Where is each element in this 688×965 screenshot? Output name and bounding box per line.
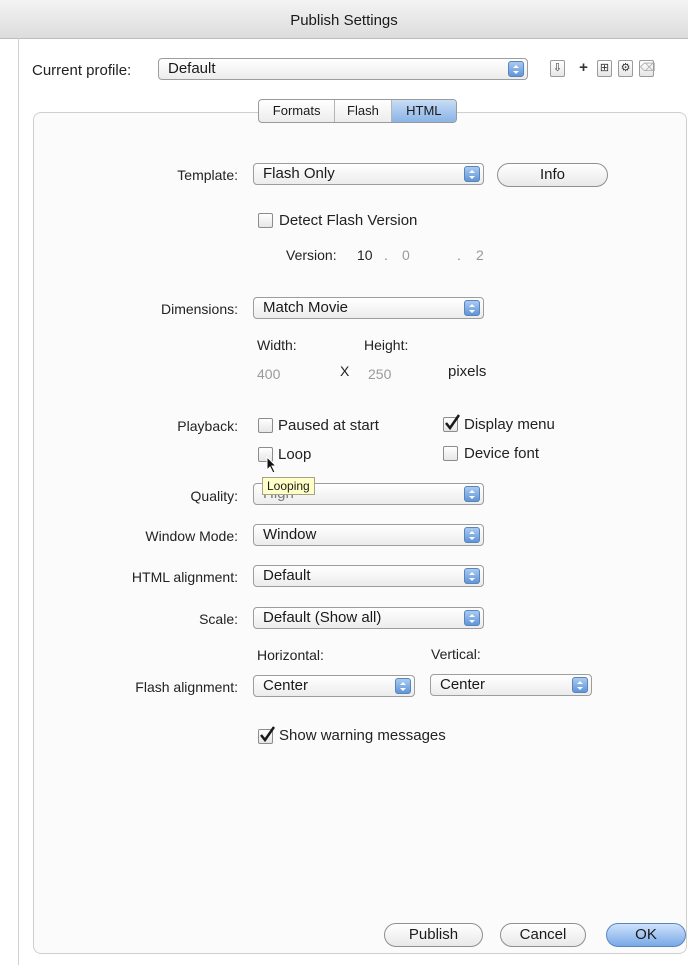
popup-arrows-icon <box>464 300 480 316</box>
mouse-cursor-icon <box>266 455 278 479</box>
template-select-value: Flash Only <box>263 165 335 182</box>
paused-at-start-label: Paused at start <box>278 417 379 434</box>
window-mode-select[interactable]: Window <box>253 524 484 546</box>
version-revision-field[interactable]: 2 <box>476 247 484 263</box>
popup-arrows-icon <box>395 678 411 694</box>
dimensions-label: Dimensions: <box>160 301 238 317</box>
show-warnings-label: Show warning messages <box>279 727 446 744</box>
vertical-alignment-select[interactable]: Center <box>430 674 592 696</box>
dimensions-select-value: Match Movie <box>263 299 349 316</box>
tab-formats[interactable]: Formats <box>259 100 336 122</box>
publish-button[interactable]: Publish <box>384 923 483 947</box>
html-alignment-select[interactable]: Default <box>253 565 484 587</box>
flash-alignment-label: Flash alignment: <box>135 679 238 695</box>
device-font-checkbox[interactable] <box>443 446 458 461</box>
device-font-label: Device font <box>464 445 540 462</box>
playback-label: Playback: <box>177 418 238 434</box>
version-label: Version: <box>286 247 337 263</box>
show-warnings-checkbox[interactable] <box>258 726 276 744</box>
template-select[interactable]: Flash Only <box>253 163 484 185</box>
scale-label: Scale: <box>199 611 238 627</box>
html-alignment-select-value: Default <box>263 567 311 584</box>
popup-arrows-icon <box>572 677 588 693</box>
current-profile-label: Current profile: <box>32 62 132 79</box>
loop-label: Loop <box>278 446 312 463</box>
version-separator-1: . <box>384 247 388 263</box>
tab-html[interactable]: HTML <box>391 100 456 122</box>
create-profile-icon[interactable]: + <box>576 60 591 77</box>
version-major-field[interactable]: 10 <box>357 247 373 263</box>
template-label: Template: <box>177 167 238 183</box>
cancel-button[interactable]: Cancel <box>500 923 586 947</box>
display-menu-label: Display menu <box>464 416 555 433</box>
ok-button[interactable]: OK <box>606 923 686 947</box>
height-label: Height: <box>364 337 409 353</box>
display-menu-checkbox[interactable] <box>443 414 461 432</box>
horizontal-alignment-select[interactable]: Center <box>253 675 415 697</box>
quality-label: Quality: <box>190 488 238 504</box>
tab-flash[interactable]: Flash <box>335 100 392 122</box>
profile-settings-icon[interactable]: ⚙ <box>618 60 633 77</box>
popup-arrows-icon <box>464 166 480 182</box>
info-button[interactable]: Info <box>497 163 608 187</box>
html-alignment-label: HTML alignment: <box>131 569 238 585</box>
profile-select-value: Default <box>168 60 216 77</box>
tab-bar: Formats Flash HTML <box>258 99 457 123</box>
delete-profile-icon[interactable]: ⌫ <box>639 60 656 77</box>
width-field[interactable]: 400 <box>257 366 280 382</box>
dimensions-select[interactable]: Match Movie <box>253 297 484 319</box>
popup-arrows-icon <box>464 568 480 584</box>
vertical-alignment-value: Center <box>440 676 486 693</box>
checkmark-icon <box>445 414 461 431</box>
window-mode-select-value: Window <box>263 526 317 543</box>
window-edge <box>18 38 19 965</box>
vertical-label: Vertical: <box>431 646 481 662</box>
popup-arrows-icon <box>464 527 480 543</box>
times-sign: X <box>340 363 350 379</box>
window-mode-label: Window Mode: <box>145 528 238 544</box>
popup-arrows-icon <box>508 61 524 77</box>
horizontal-alignment-value: Center <box>263 677 309 694</box>
looping-tooltip: Looping <box>262 477 315 495</box>
version-minor-field[interactable]: 0 <box>402 247 410 263</box>
profile-select[interactable]: Default <box>158 58 528 80</box>
scale-select-value: Default (Show all) <box>263 609 382 626</box>
pixels-label: pixels <box>448 363 487 380</box>
scale-select[interactable]: Default (Show all) <box>253 607 484 629</box>
height-field[interactable]: 250 <box>368 366 391 382</box>
paused-at-start-checkbox[interactable] <box>258 418 273 433</box>
detect-flash-label: Detect Flash Version <box>279 212 418 229</box>
popup-arrows-icon <box>464 486 480 502</box>
duplicate-profile-icon[interactable]: ⊞ <box>597 60 612 77</box>
horizontal-label: Horizontal: <box>257 647 324 663</box>
checkmark-icon <box>260 726 276 743</box>
window-title: Publish Settings <box>290 12 398 29</box>
width-label: Width: <box>257 337 297 353</box>
detect-flash-checkbox[interactable] <box>258 213 273 228</box>
import-export-profile-icon[interactable]: ⇩ <box>550 60 565 77</box>
popup-arrows-icon <box>464 610 480 626</box>
version-separator-2: . <box>457 247 461 263</box>
